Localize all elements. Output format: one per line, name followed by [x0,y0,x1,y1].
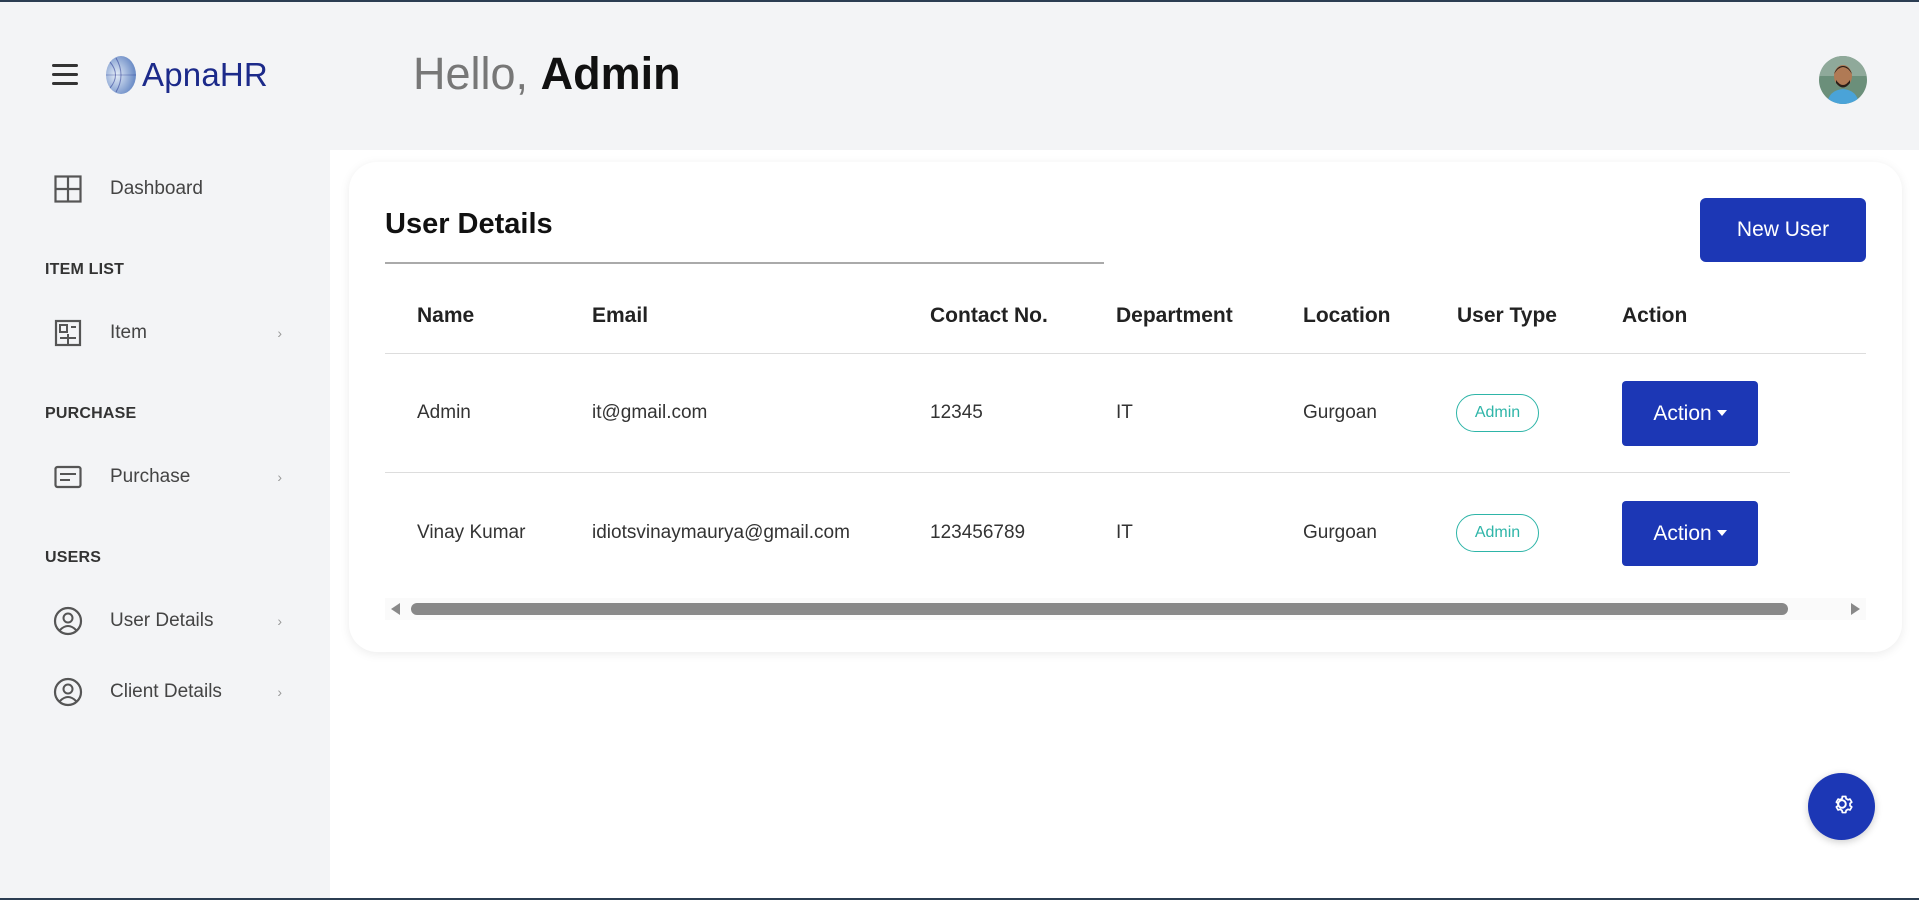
column-header-location: Location [1303,304,1391,327]
greeting-prefix: Hello, [413,48,529,99]
sidebar-item-purchase[interactable]: Purchase › [52,457,282,497]
cell-department: IT [1116,402,1133,423]
item-icon [52,317,84,349]
column-header-action: Action [1622,304,1688,327]
column-header-department: Department [1116,304,1233,327]
sidebar-item-label: Purchase [110,466,191,487]
scroll-left-arrow-icon[interactable] [391,603,400,615]
title-divider [385,262,1104,264]
grid-icon [52,173,84,205]
sidebar-item-label: Item [110,322,147,343]
sidebar: Dashboard ITEM LIST Item › PURCHASE Purc… [0,150,330,900]
section-title-purchase: PURCHASE [45,405,137,422]
user-type-badge: Admin [1456,394,1539,432]
action-label: Action [1653,521,1712,545]
section-title-item-list: ITEM LIST [45,261,125,278]
column-header-contact: Contact No. [930,304,1048,327]
sidebar-item-client-details[interactable]: Client Details › [52,672,282,712]
cell-contact: 12345 [930,402,983,423]
cell-name: Vinay Kumar [417,522,526,543]
cell-email: it@gmail.com [592,402,708,423]
chevron-right-icon: › [277,684,282,700]
chevron-right-icon: › [277,613,282,629]
action-dropdown-button[interactable]: Action [1622,501,1758,566]
app-logo[interactable]: ApnaHR [104,54,268,96]
cell-department: IT [1116,522,1133,543]
column-header-user-type: User Type [1457,304,1557,327]
scroll-right-arrow-icon[interactable] [1851,603,1860,615]
column-header-name: Name [417,304,475,327]
column-header-email: Email [592,304,649,327]
action-label: Action [1653,401,1712,425]
sidebar-item-label: User Details [110,610,214,631]
card-title: User Details [385,208,553,240]
user-circle-icon [52,676,84,708]
user-details-card: User Details New User Name Email Contact… [349,162,1902,652]
cell-name: Admin [417,402,471,423]
sidebar-item-label: Dashboard [110,178,203,199]
page-greeting: Hello, Admin [413,48,681,100]
user-type-badge: Admin [1456,514,1539,552]
sidebar-item-item[interactable]: Item › [52,313,282,353]
settings-button[interactable] [1808,773,1875,840]
purchase-icon [52,461,84,493]
greeting-user-name: Admin [540,48,681,99]
caret-down-icon [1716,409,1727,416]
cell-location: Gurgoan [1303,402,1377,423]
section-title-users: USERS [45,549,102,566]
sidebar-item-dashboard[interactable]: Dashboard [52,169,282,209]
scrollbar-thumb[interactable] [411,603,1788,615]
gear-icon [1829,791,1855,822]
action-dropdown-button[interactable]: Action [1622,381,1758,446]
top-header: ApnaHR Hello, Admin [0,2,1919,150]
sidebar-item-label: Client Details [110,681,222,702]
user-avatar[interactable] [1819,56,1867,104]
header-divider [385,353,1866,354]
cell-email: idiotsvinaymaurya@gmail.com [592,522,850,543]
row-divider [385,472,1790,473]
chevron-right-icon: › [277,325,282,341]
chevron-right-icon: › [277,469,282,485]
cell-location: Gurgoan [1303,522,1377,543]
globe-logo-icon [104,54,138,96]
user-circle-icon [52,605,84,637]
caret-down-icon [1716,529,1727,536]
cell-contact: 123456789 [930,522,1026,543]
logo-text: ApnaHR [142,56,268,93]
menu-toggle-icon[interactable] [52,64,78,86]
new-user-button[interactable]: New User [1700,198,1866,262]
main-content: User Details New User Name Email Contact… [330,150,1919,900]
sidebar-item-user-details[interactable]: User Details › [52,601,282,641]
horizontal-scrollbar[interactable] [385,598,1866,620]
